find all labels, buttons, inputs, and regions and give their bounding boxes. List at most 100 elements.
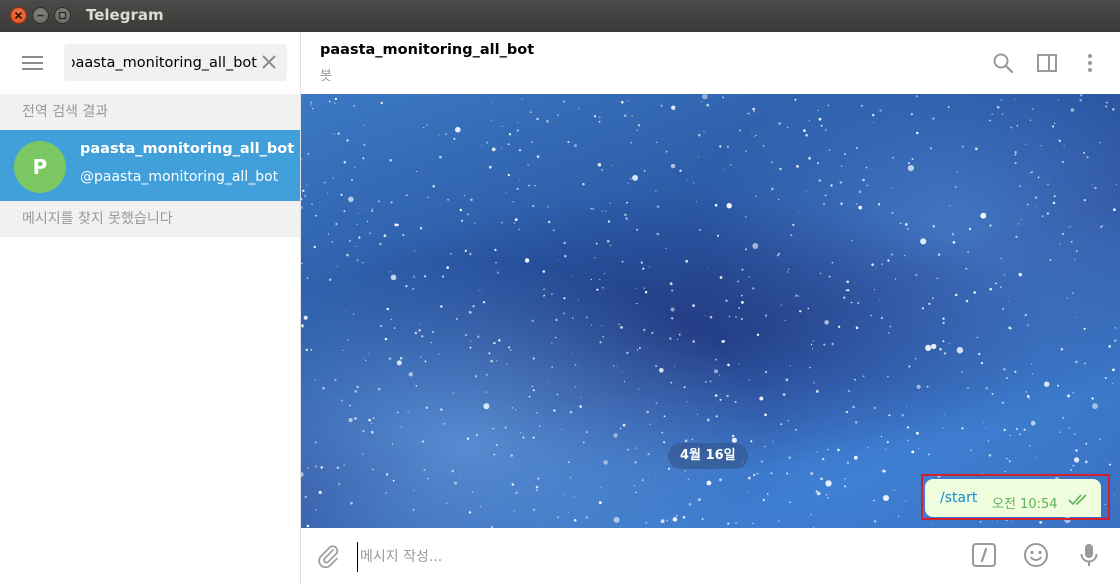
star [522, 436, 525, 439]
star [831, 261, 834, 264]
star [469, 346, 472, 349]
star [307, 152, 310, 155]
star [748, 476, 751, 480]
star [619, 427, 622, 430]
star [423, 127, 425, 128]
star [1075, 250, 1078, 252]
star [301, 158, 302, 160]
attach-button[interactable] [315, 543, 341, 569]
star [372, 417, 375, 420]
star [727, 522, 730, 525]
star [379, 242, 382, 245]
star [513, 510, 515, 512]
search-result-item[interactable]: P paasta_monitoring_all_bot @paasta_moni… [0, 130, 300, 201]
star [907, 165, 915, 172]
star [951, 233, 955, 236]
star [911, 158, 914, 160]
star [857, 302, 860, 304]
star [788, 456, 791, 459]
star [413, 489, 415, 491]
outgoing-message[interactable]: /start 오전 10:54 [925, 479, 1101, 517]
star [808, 156, 811, 160]
star [978, 353, 981, 356]
star [889, 462, 891, 464]
star [778, 122, 781, 125]
star [723, 169, 724, 171]
star [1020, 219, 1022, 221]
search-icon [993, 53, 1014, 74]
star [644, 291, 648, 294]
star [513, 222, 516, 224]
menu-button[interactable] [21, 53, 45, 73]
star [965, 299, 969, 303]
star [786, 472, 789, 475]
star [634, 447, 637, 449]
star [380, 101, 383, 105]
star [552, 229, 555, 232]
star [306, 184, 308, 186]
voice-record-button[interactable] [1076, 542, 1102, 568]
window-minimize-button[interactable] [32, 7, 49, 24]
star [961, 371, 963, 373]
sidebar-toggle-button[interactable] [1035, 51, 1059, 75]
window-titlebar: Telegram [0, 0, 1120, 32]
star [585, 516, 588, 519]
star [495, 444, 498, 446]
star [764, 314, 768, 317]
star [780, 304, 782, 306]
star [333, 133, 336, 135]
star [562, 100, 565, 103]
star [714, 369, 718, 374]
star [873, 499, 875, 502]
star [634, 461, 637, 464]
star [1019, 185, 1021, 187]
star [1086, 156, 1089, 159]
star [603, 460, 608, 465]
star [741, 318, 743, 320]
star [1047, 183, 1049, 185]
star [752, 522, 754, 524]
star [985, 428, 987, 430]
star [1059, 431, 1061, 434]
star [782, 393, 786, 396]
emoji-button[interactable] [1023, 542, 1049, 568]
star [810, 343, 813, 346]
star [396, 360, 402, 366]
star [624, 114, 627, 117]
star [1074, 457, 1080, 463]
more-options-button[interactable] [1078, 51, 1102, 75]
star [490, 119, 492, 121]
star [1026, 395, 1030, 398]
window-close-button[interactable] [10, 7, 27, 24]
star [996, 105, 1000, 109]
message-input[interactable] [357, 542, 962, 572]
star [348, 418, 353, 423]
star [304, 495, 307, 499]
star [847, 289, 850, 292]
chat-area[interactable]: 4월 16일 /start 오전 10:54 [301, 94, 1120, 528]
search-input[interactable] [72, 44, 257, 81]
star [385, 492, 387, 494]
chat-title[interactable]: paasta_monitoring_all_bot [320, 42, 534, 58]
star [582, 183, 585, 186]
chat-search-button[interactable] [991, 51, 1015, 75]
star [907, 228, 909, 230]
star [991, 113, 993, 115]
star [669, 282, 673, 286]
star [973, 291, 976, 294]
window-maximize-button[interactable] [54, 7, 71, 24]
star [741, 294, 743, 297]
star [855, 326, 859, 330]
bot-command-button[interactable] [971, 542, 997, 568]
star [1031, 171, 1033, 174]
star [1034, 196, 1038, 199]
star [925, 344, 932, 351]
star [916, 431, 919, 435]
star [880, 316, 884, 320]
star [787, 420, 789, 422]
message-text[interactable]: /start [940, 490, 977, 506]
star [735, 345, 737, 347]
star [931, 343, 937, 350]
star [816, 491, 821, 496]
search-clear-button[interactable] [259, 52, 279, 72]
